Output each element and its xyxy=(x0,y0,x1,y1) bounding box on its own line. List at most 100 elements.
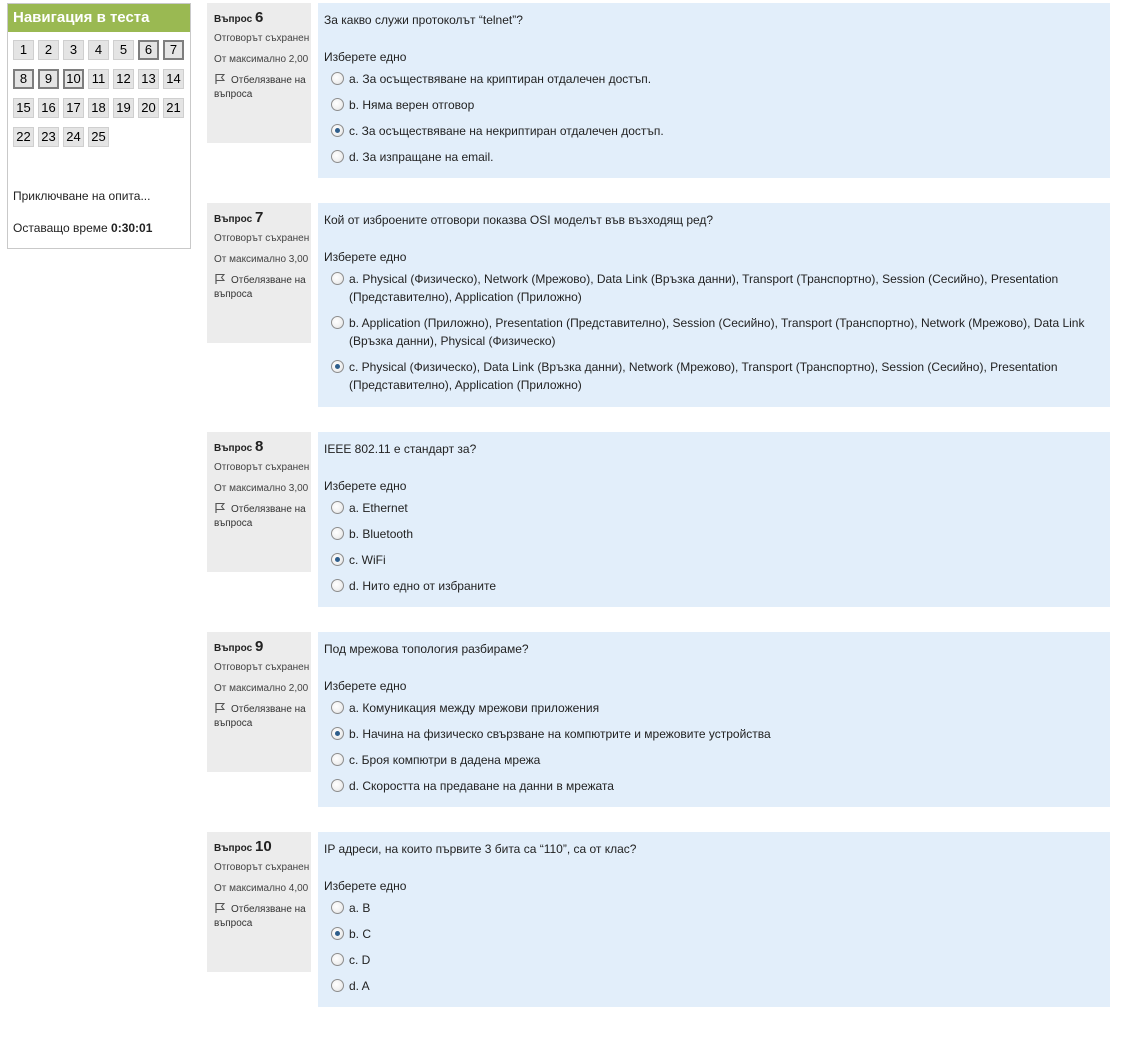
answer-list: a. B b. C c. D d. A xyxy=(324,899,1104,995)
question-label: Въпрос xyxy=(214,843,253,854)
question-content: IP адреси, на които първите 3 бита са “1… xyxy=(318,832,1110,1007)
nav-question-8[interactable]: 8 xyxy=(13,69,34,89)
flag-question-toggle[interactable]: Отбелязване на въпроса xyxy=(214,702,311,731)
nav-question-12[interactable]: 12 xyxy=(113,69,134,89)
radio-button-icon[interactable] xyxy=(331,779,344,792)
radio-button-icon[interactable] xyxy=(331,98,344,111)
answer-option-c[interactable]: c. Physical (Физическо), Data Link (Връз… xyxy=(324,358,1104,394)
nav-question-20[interactable]: 20 xyxy=(138,98,159,118)
question-text: Под мрежова топология разбираме? xyxy=(324,642,529,656)
nav-question-11[interactable]: 11 xyxy=(88,69,109,89)
nav-question-10[interactable]: 10 xyxy=(63,69,84,89)
answer-option-c[interactable]: c. Броя компютри в дадена мрежа xyxy=(324,751,1104,769)
question-state: Отговорът съхранен xyxy=(214,862,310,873)
nav-question-17[interactable]: 17 xyxy=(63,98,84,118)
answer-prompt: Изберете едно xyxy=(324,879,407,893)
time-remaining: Оставащо време 0:30:01 xyxy=(13,221,152,235)
radio-button-selected-icon[interactable] xyxy=(331,927,344,940)
radio-button-icon[interactable] xyxy=(331,979,344,992)
nav-question-7[interactable]: 7 xyxy=(163,40,184,60)
answer-option-c[interactable]: c. За осъществяване на некриптиран отдал… xyxy=(324,122,1104,140)
radio-button-icon[interactable] xyxy=(331,150,344,163)
answer-option-a[interactable]: a. Physical (Физическо), Network (Мрежов… xyxy=(324,270,1104,306)
answer-option-a[interactable]: a. B xyxy=(324,899,1104,917)
flag-question-toggle[interactable]: Отбелязване на въпроса xyxy=(214,273,311,302)
question-info: Въпрос 6 Отговорът съхранен От максималн… xyxy=(207,3,311,143)
radio-button-selected-icon[interactable] xyxy=(331,553,344,566)
nav-question-22[interactable]: 22 xyxy=(13,127,34,147)
radio-button-selected-icon[interactable] xyxy=(331,124,344,137)
quiz-navigation-title: Навигация в теста xyxy=(8,4,190,32)
answer-option-d[interactable]: d. Нито едно от избраните xyxy=(324,577,1104,595)
question-content: За какво служи протоколът “telnet”? Избе… xyxy=(318,3,1110,178)
answer-label: c. Physical (Физическо), Data Link (Връз… xyxy=(349,360,1058,392)
flag-question-toggle[interactable]: Отбелязване на въпроса xyxy=(214,73,311,102)
answer-option-d[interactable]: d. A xyxy=(324,977,1104,995)
nav-question-1[interactable]: 1 xyxy=(13,40,34,60)
answer-option-a[interactable]: a. За осъществяване на криптиран отдалеч… xyxy=(324,70,1104,88)
question-number: Въпрос 7 xyxy=(214,208,311,230)
radio-button-selected-icon[interactable] xyxy=(331,360,344,373)
radio-button-icon[interactable] xyxy=(331,701,344,714)
answer-option-b[interactable]: b. Bluetooth xyxy=(324,525,1104,543)
question-nav-grid: 1 2 3 4 5 6 7 8 9 10 11 12 13 14 15 16 1… xyxy=(13,40,189,156)
question-number-value: 8 xyxy=(254,438,264,455)
radio-button-icon[interactable] xyxy=(331,72,344,85)
question-label: Въпрос xyxy=(214,643,253,654)
nav-question-4[interactable]: 4 xyxy=(88,40,109,60)
nav-question-2[interactable]: 2 xyxy=(38,40,59,60)
flag-question-toggle[interactable]: Отбелязване на въпроса xyxy=(214,502,311,531)
radio-button-icon[interactable] xyxy=(331,953,344,966)
question-info: Въпрос 9 Отговорът съхранен От максималн… xyxy=(207,632,311,772)
answer-option-b[interactable]: b. C xyxy=(324,925,1104,943)
answer-option-b[interactable]: b. Няма верен отговор xyxy=(324,96,1104,114)
finish-attempt-link[interactable]: Приключване на опита... xyxy=(13,189,150,203)
nav-question-24[interactable]: 24 xyxy=(63,127,84,147)
flag-question-label: Отбелязване на въпроса xyxy=(214,904,306,929)
question-grade: От максимално 4,00 xyxy=(214,883,309,894)
flag-icon xyxy=(215,903,226,913)
nav-question-16[interactable]: 16 xyxy=(38,98,59,118)
answer-option-b[interactable]: b. Application (Приложно), Presentation … xyxy=(324,314,1104,350)
answer-option-c[interactable]: c. D xyxy=(324,951,1104,969)
nav-question-21[interactable]: 21 xyxy=(163,98,184,118)
nav-question-5[interactable]: 5 xyxy=(113,40,134,60)
radio-button-icon[interactable] xyxy=(331,579,344,592)
answer-option-a[interactable]: a. Комуникация между мрежови приложения xyxy=(324,699,1104,717)
flag-question-label: Отбелязване на въпроса xyxy=(214,704,306,729)
answer-option-d[interactable]: d. За изпращане на email. xyxy=(324,148,1104,166)
question-number: Въпрос 8 xyxy=(214,437,311,459)
radio-button-selected-icon[interactable] xyxy=(331,727,344,740)
nav-question-14[interactable]: 14 xyxy=(163,69,184,89)
nav-question-19[interactable]: 19 xyxy=(113,98,134,118)
answer-label: c. За осъществяване на некриптиран отдал… xyxy=(349,124,664,138)
question-grade: От максимално 2,00 xyxy=(214,683,309,694)
answer-option-d[interactable]: d. Скоростта на предаване на данни в мре… xyxy=(324,777,1104,795)
radio-button-icon[interactable] xyxy=(331,272,344,285)
question-content: IEEE 802.11 е стандарт за? Изберете едно… xyxy=(318,432,1110,607)
nav-question-9[interactable]: 9 xyxy=(38,69,59,89)
answer-label: c. WiFi xyxy=(349,553,386,567)
nav-question-23[interactable]: 23 xyxy=(38,127,59,147)
radio-button-icon[interactable] xyxy=(331,901,344,914)
question-number-value: 9 xyxy=(254,638,264,655)
radio-button-icon[interactable] xyxy=(331,501,344,514)
question-label: Въпрос xyxy=(214,443,253,454)
answer-option-a[interactable]: a. Ethernet xyxy=(324,499,1104,517)
nav-question-15[interactable]: 15 xyxy=(13,98,34,118)
flag-question-toggle[interactable]: Отбелязване на въпроса xyxy=(214,902,311,931)
radio-button-icon[interactable] xyxy=(331,527,344,540)
nav-question-3[interactable]: 3 xyxy=(63,40,84,60)
nav-question-13[interactable]: 13 xyxy=(138,69,159,89)
nav-question-18[interactable]: 18 xyxy=(88,98,109,118)
answer-list: a. Physical (Физическо), Network (Мрежов… xyxy=(324,270,1104,394)
nav-question-25[interactable]: 25 xyxy=(88,127,109,147)
answer-option-c[interactable]: c. WiFi xyxy=(324,551,1104,569)
radio-button-icon[interactable] xyxy=(331,753,344,766)
question-number-value: 7 xyxy=(254,209,264,226)
answer-option-b[interactable]: b. Начина на физическо свързване на комп… xyxy=(324,725,1104,743)
radio-button-icon[interactable] xyxy=(331,316,344,329)
time-remaining-label: Оставащо време xyxy=(13,221,108,235)
nav-question-6[interactable]: 6 xyxy=(138,40,159,60)
question-state: Отговорът съхранен xyxy=(214,462,310,473)
